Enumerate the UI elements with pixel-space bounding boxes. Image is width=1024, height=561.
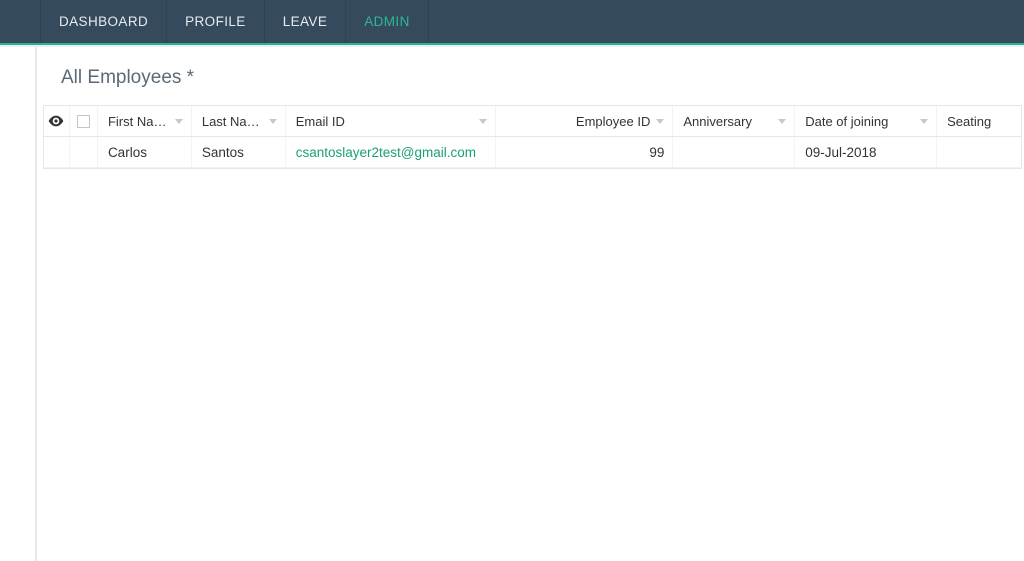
column-checkbox[interactable] bbox=[70, 106, 98, 136]
nav-leave[interactable]: LEAVE bbox=[265, 0, 347, 43]
column-seating[interactable]: Seating bbox=[937, 106, 1021, 136]
chevron-down-icon bbox=[479, 119, 487, 124]
column-label: Seating bbox=[947, 114, 991, 129]
column-anniversary[interactable]: Anniversary bbox=[673, 106, 795, 136]
page-title: All Employees * bbox=[37, 47, 1024, 105]
column-label: Date of joining bbox=[805, 114, 888, 129]
column-first-name[interactable]: First Na… bbox=[98, 106, 192, 136]
column-date-of-joining[interactable]: Date of joining bbox=[795, 106, 937, 136]
nav-dashboard[interactable]: DASHBOARD bbox=[40, 0, 167, 43]
column-label: Employee ID bbox=[576, 114, 650, 129]
row-seating bbox=[937, 137, 1021, 167]
row-checkbox-cell[interactable] bbox=[70, 137, 98, 167]
row-anniversary bbox=[673, 137, 795, 167]
chevron-down-icon bbox=[656, 119, 664, 124]
chevron-down-icon bbox=[269, 119, 277, 124]
column-label: Last Na… bbox=[202, 114, 260, 129]
row-employee-id: 99 bbox=[496, 137, 674, 167]
column-view[interactable] bbox=[44, 106, 70, 136]
row-first-name: Carlos bbox=[98, 137, 192, 167]
column-label: First Na… bbox=[108, 114, 167, 129]
nav-profile[interactable]: PROFILE bbox=[167, 0, 265, 43]
chevron-down-icon bbox=[778, 119, 786, 124]
table-row[interactable]: Carlos Santos csantoslayer2test@gmail.co… bbox=[44, 137, 1021, 168]
chevron-down-icon bbox=[175, 119, 183, 124]
column-label: Email ID bbox=[296, 114, 345, 129]
column-employee-id[interactable]: Employee ID bbox=[496, 106, 674, 136]
column-label: Anniversary bbox=[683, 114, 752, 129]
grid-header-row: First Na… Last Na… Email ID Employee ID … bbox=[44, 106, 1021, 137]
top-nav: DASHBOARD PROFILE LEAVE ADMIN bbox=[0, 0, 1024, 45]
nav-admin[interactable]: ADMIN bbox=[346, 0, 429, 43]
row-last-name: Santos bbox=[192, 137, 286, 167]
employees-grid: First Na… Last Na… Email ID Employee ID … bbox=[43, 105, 1022, 169]
eye-icon bbox=[48, 115, 64, 127]
column-last-name[interactable]: Last Na… bbox=[192, 106, 286, 136]
page-content: All Employees * First Na… Last Na… E bbox=[36, 47, 1024, 561]
checkbox-all[interactable] bbox=[77, 115, 90, 128]
chevron-down-icon bbox=[920, 119, 928, 124]
column-email[interactable]: Email ID bbox=[286, 106, 496, 136]
row-date-of-joining: 09-Jul-2018 bbox=[795, 137, 937, 167]
side-panel-stub bbox=[0, 47, 36, 561]
email-link[interactable]: csantoslayer2test@gmail.com bbox=[296, 145, 476, 160]
row-email: csantoslayer2test@gmail.com bbox=[286, 137, 496, 167]
row-view-cell bbox=[44, 137, 70, 167]
